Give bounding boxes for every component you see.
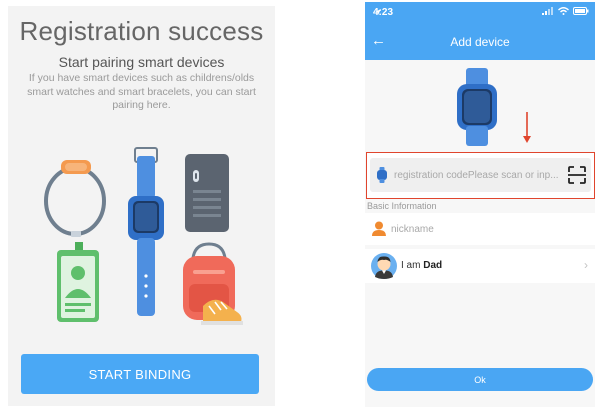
role-value: Dad	[423, 260, 443, 271]
registration-code-input[interactable]	[394, 167, 566, 183]
page-description: If you have smart devices such as childr…	[27, 72, 256, 111]
watch-icon	[377, 167, 387, 183]
qr-scan-icon[interactable]	[568, 166, 586, 184]
chevron-right-icon: ›	[584, 258, 588, 272]
signal-icon	[542, 7, 553, 15]
page-subtitle: Start pairing smart devices	[58, 54, 225, 70]
red-arrow-pointer-icon	[523, 112, 531, 143]
role-selector-row[interactable]: I am Dad ›	[365, 249, 595, 283]
status-bar: 4:23	[365, 2, 595, 24]
status-icons	[375, 7, 589, 15]
person-icon	[372, 221, 386, 236]
wifi-icon	[558, 7, 569, 15]
shoe-icon	[201, 299, 243, 325]
nickname-row[interactable]	[365, 213, 595, 245]
section-label-basic-information: Basic Information	[367, 201, 437, 211]
start-binding-button[interactable]: START BINDING	[21, 354, 259, 394]
registration-success-screen: Registration success Start pairing smart…	[8, 6, 275, 406]
ok-button[interactable]: Ok	[367, 368, 593, 391]
nav-bar: ← Add device	[365, 24, 595, 60]
nav-title: Add device	[450, 35, 510, 49]
role-text: I am Dad	[401, 260, 442, 271]
add-device-screen: 4:23 ← Add device registration codePleas…	[365, 2, 595, 407]
gps-tracker-icon	[185, 154, 229, 232]
role-prefix: I am	[401, 260, 421, 271]
smartwatch-icon	[128, 147, 164, 316]
battery-icon	[573, 7, 589, 15]
location-arrow-icon	[375, 9, 381, 15]
dad-avatar-icon	[371, 253, 397, 279]
bracelet-icon	[44, 160, 106, 237]
registration-code-field[interactable]	[370, 158, 591, 192]
registration-code-highlight	[366, 152, 595, 199]
id-card-icon	[57, 242, 99, 322]
smart-devices-illustration	[44, 147, 243, 325]
page-title: Registration success	[19, 16, 264, 46]
nickname-input[interactable]	[391, 221, 581, 237]
watch-illustration-icon	[457, 68, 497, 146]
